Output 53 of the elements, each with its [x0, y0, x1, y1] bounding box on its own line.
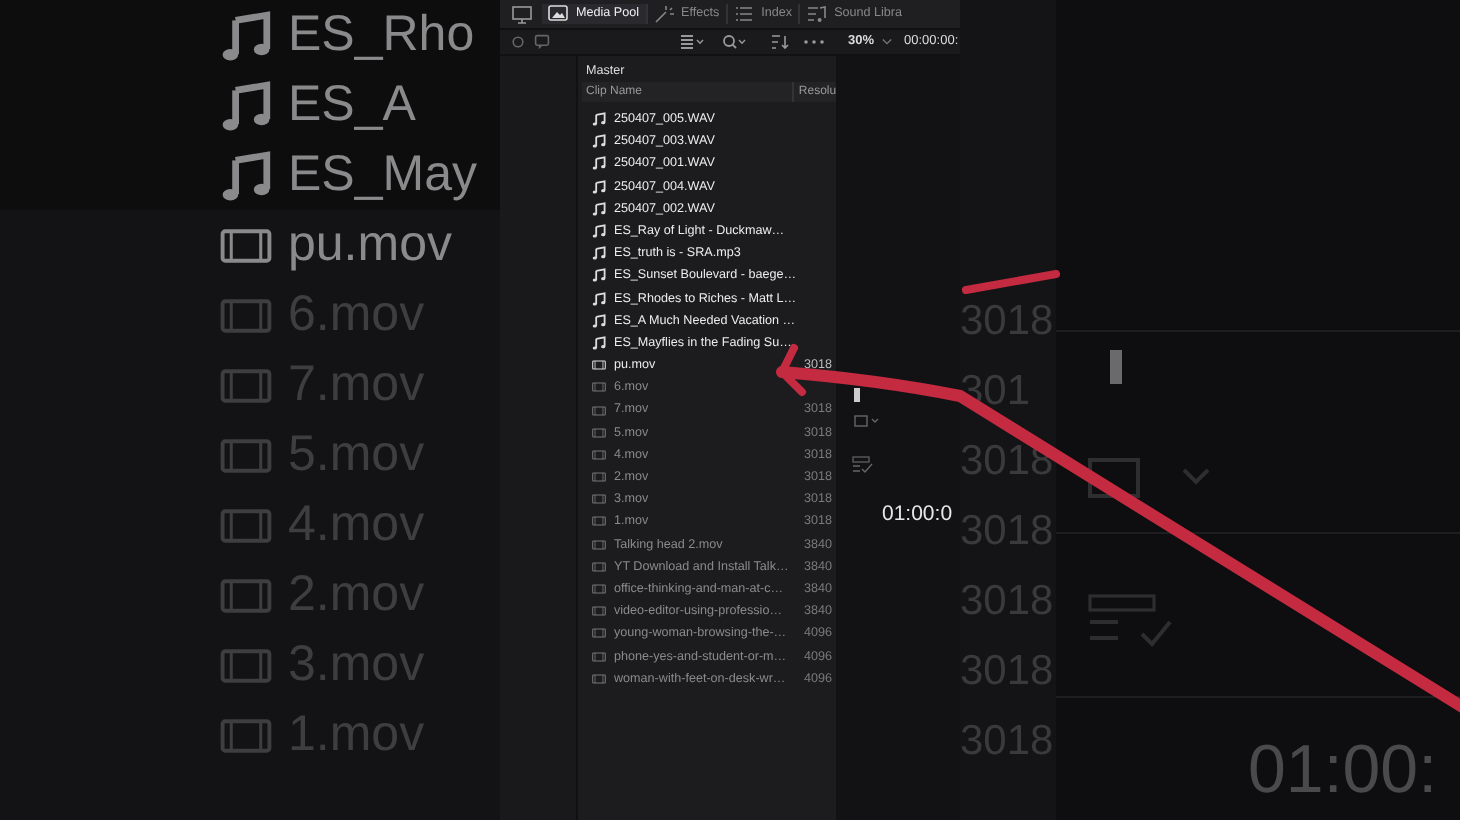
sort-icon[interactable] [770, 34, 790, 50]
music-note-icon [592, 112, 606, 127]
film-strip-icon [592, 649, 606, 664]
playhead-marker-icon [1110, 350, 1122, 384]
comment-icon[interactable] [534, 34, 550, 50]
film-strip-icon [592, 582, 606, 597]
music-note-icon [592, 156, 606, 171]
film-strip-icon [592, 403, 606, 418]
frame-dropdown-icon [1088, 456, 1212, 500]
music-note-icon [592, 179, 606, 194]
music-note-icon [592, 224, 606, 239]
music-note-icon [220, 149, 272, 201]
clip-name: ES_A [288, 74, 416, 136]
music-list-icon [806, 4, 827, 24]
clip-name: ES_May [288, 144, 477, 206]
music-note-icon [220, 9, 272, 61]
film-strip-icon [592, 514, 606, 529]
film-strip-icon [592, 537, 606, 552]
more-icon[interactable] [802, 38, 826, 46]
music-note-icon [220, 79, 272, 131]
settings-icon[interactable] [510, 34, 526, 50]
music-note-icon [592, 134, 606, 149]
list-view-icon[interactable] [680, 34, 704, 50]
checklist-icon [1088, 594, 1172, 650]
music-note-icon [592, 291, 606, 306]
music-note-icon [592, 335, 606, 350]
playhead-marker-icon[interactable] [854, 388, 860, 402]
music-note-icon [592, 268, 606, 283]
film-strip-icon [592, 671, 606, 686]
list-icon [733, 4, 754, 24]
image-icon [548, 4, 568, 24]
search-icon[interactable] [722, 34, 746, 50]
film-strip-icon [592, 425, 606, 440]
timecode: 01:00:0 [882, 500, 955, 530]
checklist-icon[interactable] [852, 456, 874, 474]
film-strip-icon [592, 626, 606, 641]
film-strip-icon [592, 492, 606, 507]
frame-dropdown-icon[interactable] [854, 414, 882, 428]
music-note-icon [592, 313, 606, 328]
clip-name: ES_Rho [288, 4, 475, 66]
wand-icon [653, 4, 674, 24]
film-strip-icon [592, 604, 606, 619]
film-strip-icon [592, 380, 606, 395]
film-strip-icon [592, 358, 606, 373]
music-note-icon [592, 246, 606, 261]
monitor-icon[interactable] [512, 5, 532, 23]
film-strip-icon [592, 559, 606, 574]
film-strip-icon [592, 470, 606, 485]
clip-name: pu.mov [288, 214, 452, 276]
timecode: 01:00: [1248, 730, 1440, 810]
chevron-down-icon[interactable] [882, 38, 893, 46]
film-strip-icon [592, 447, 606, 462]
music-note-icon [592, 201, 606, 216]
